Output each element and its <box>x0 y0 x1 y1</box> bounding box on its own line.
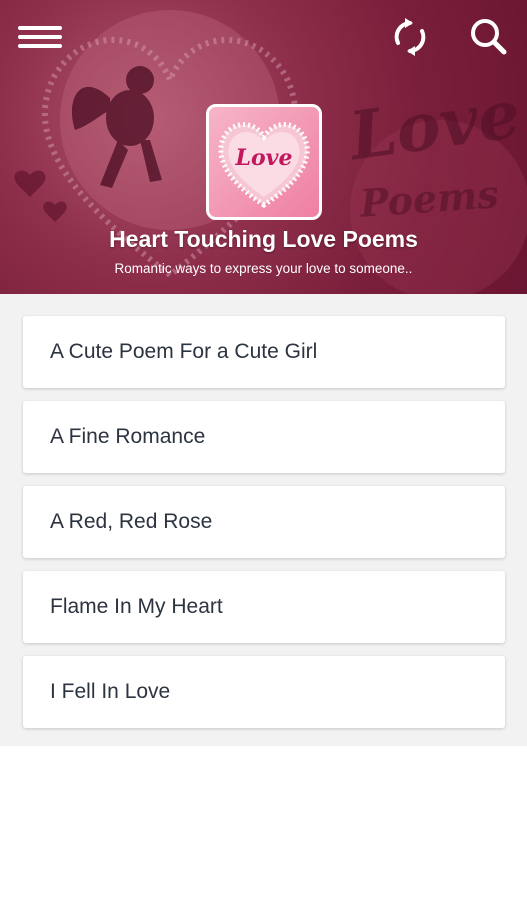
menu-button[interactable] <box>18 24 62 54</box>
poem-list: A Cute Poem For a Cute Girl A Fine Roman… <box>0 294 527 746</box>
poem-list-item[interactable]: A Red, Red Rose <box>23 486 505 558</box>
refresh-button[interactable] <box>390 17 430 57</box>
poem-list-item[interactable]: Flame In My Heart <box>23 571 505 643</box>
app-subtitle: Romantic ways to express your love to so… <box>114 261 413 276</box>
app-title: Heart Touching Love Poems <box>109 226 418 252</box>
poem-title: A Fine Romance <box>50 425 206 448</box>
app-header: Love Poems Love Heart Touching Love Poem… <box>0 0 527 294</box>
poem-title: A Red, Red Rose <box>50 510 213 533</box>
app-logo: Love <box>206 104 322 220</box>
hamburger-menu-icon <box>18 26 62 30</box>
poem-title: I Fell In Love <box>50 680 171 703</box>
search-icon <box>471 19 507 55</box>
search-button[interactable] <box>468 16 508 56</box>
poem-list-item[interactable]: A Fine Romance <box>23 401 505 473</box>
poem-list-item[interactable]: I Fell In Love <box>23 656 505 728</box>
svg-text:Love: Love <box>235 145 293 171</box>
poem-title: A Cute Poem For a Cute Girl <box>50 340 318 363</box>
poem-title: Flame In My Heart <box>50 595 223 618</box>
heart-logo-icon: Love <box>218 122 310 208</box>
poem-list-item[interactable]: A Cute Poem For a Cute Girl <box>23 316 505 388</box>
sync-icon <box>394 18 426 56</box>
